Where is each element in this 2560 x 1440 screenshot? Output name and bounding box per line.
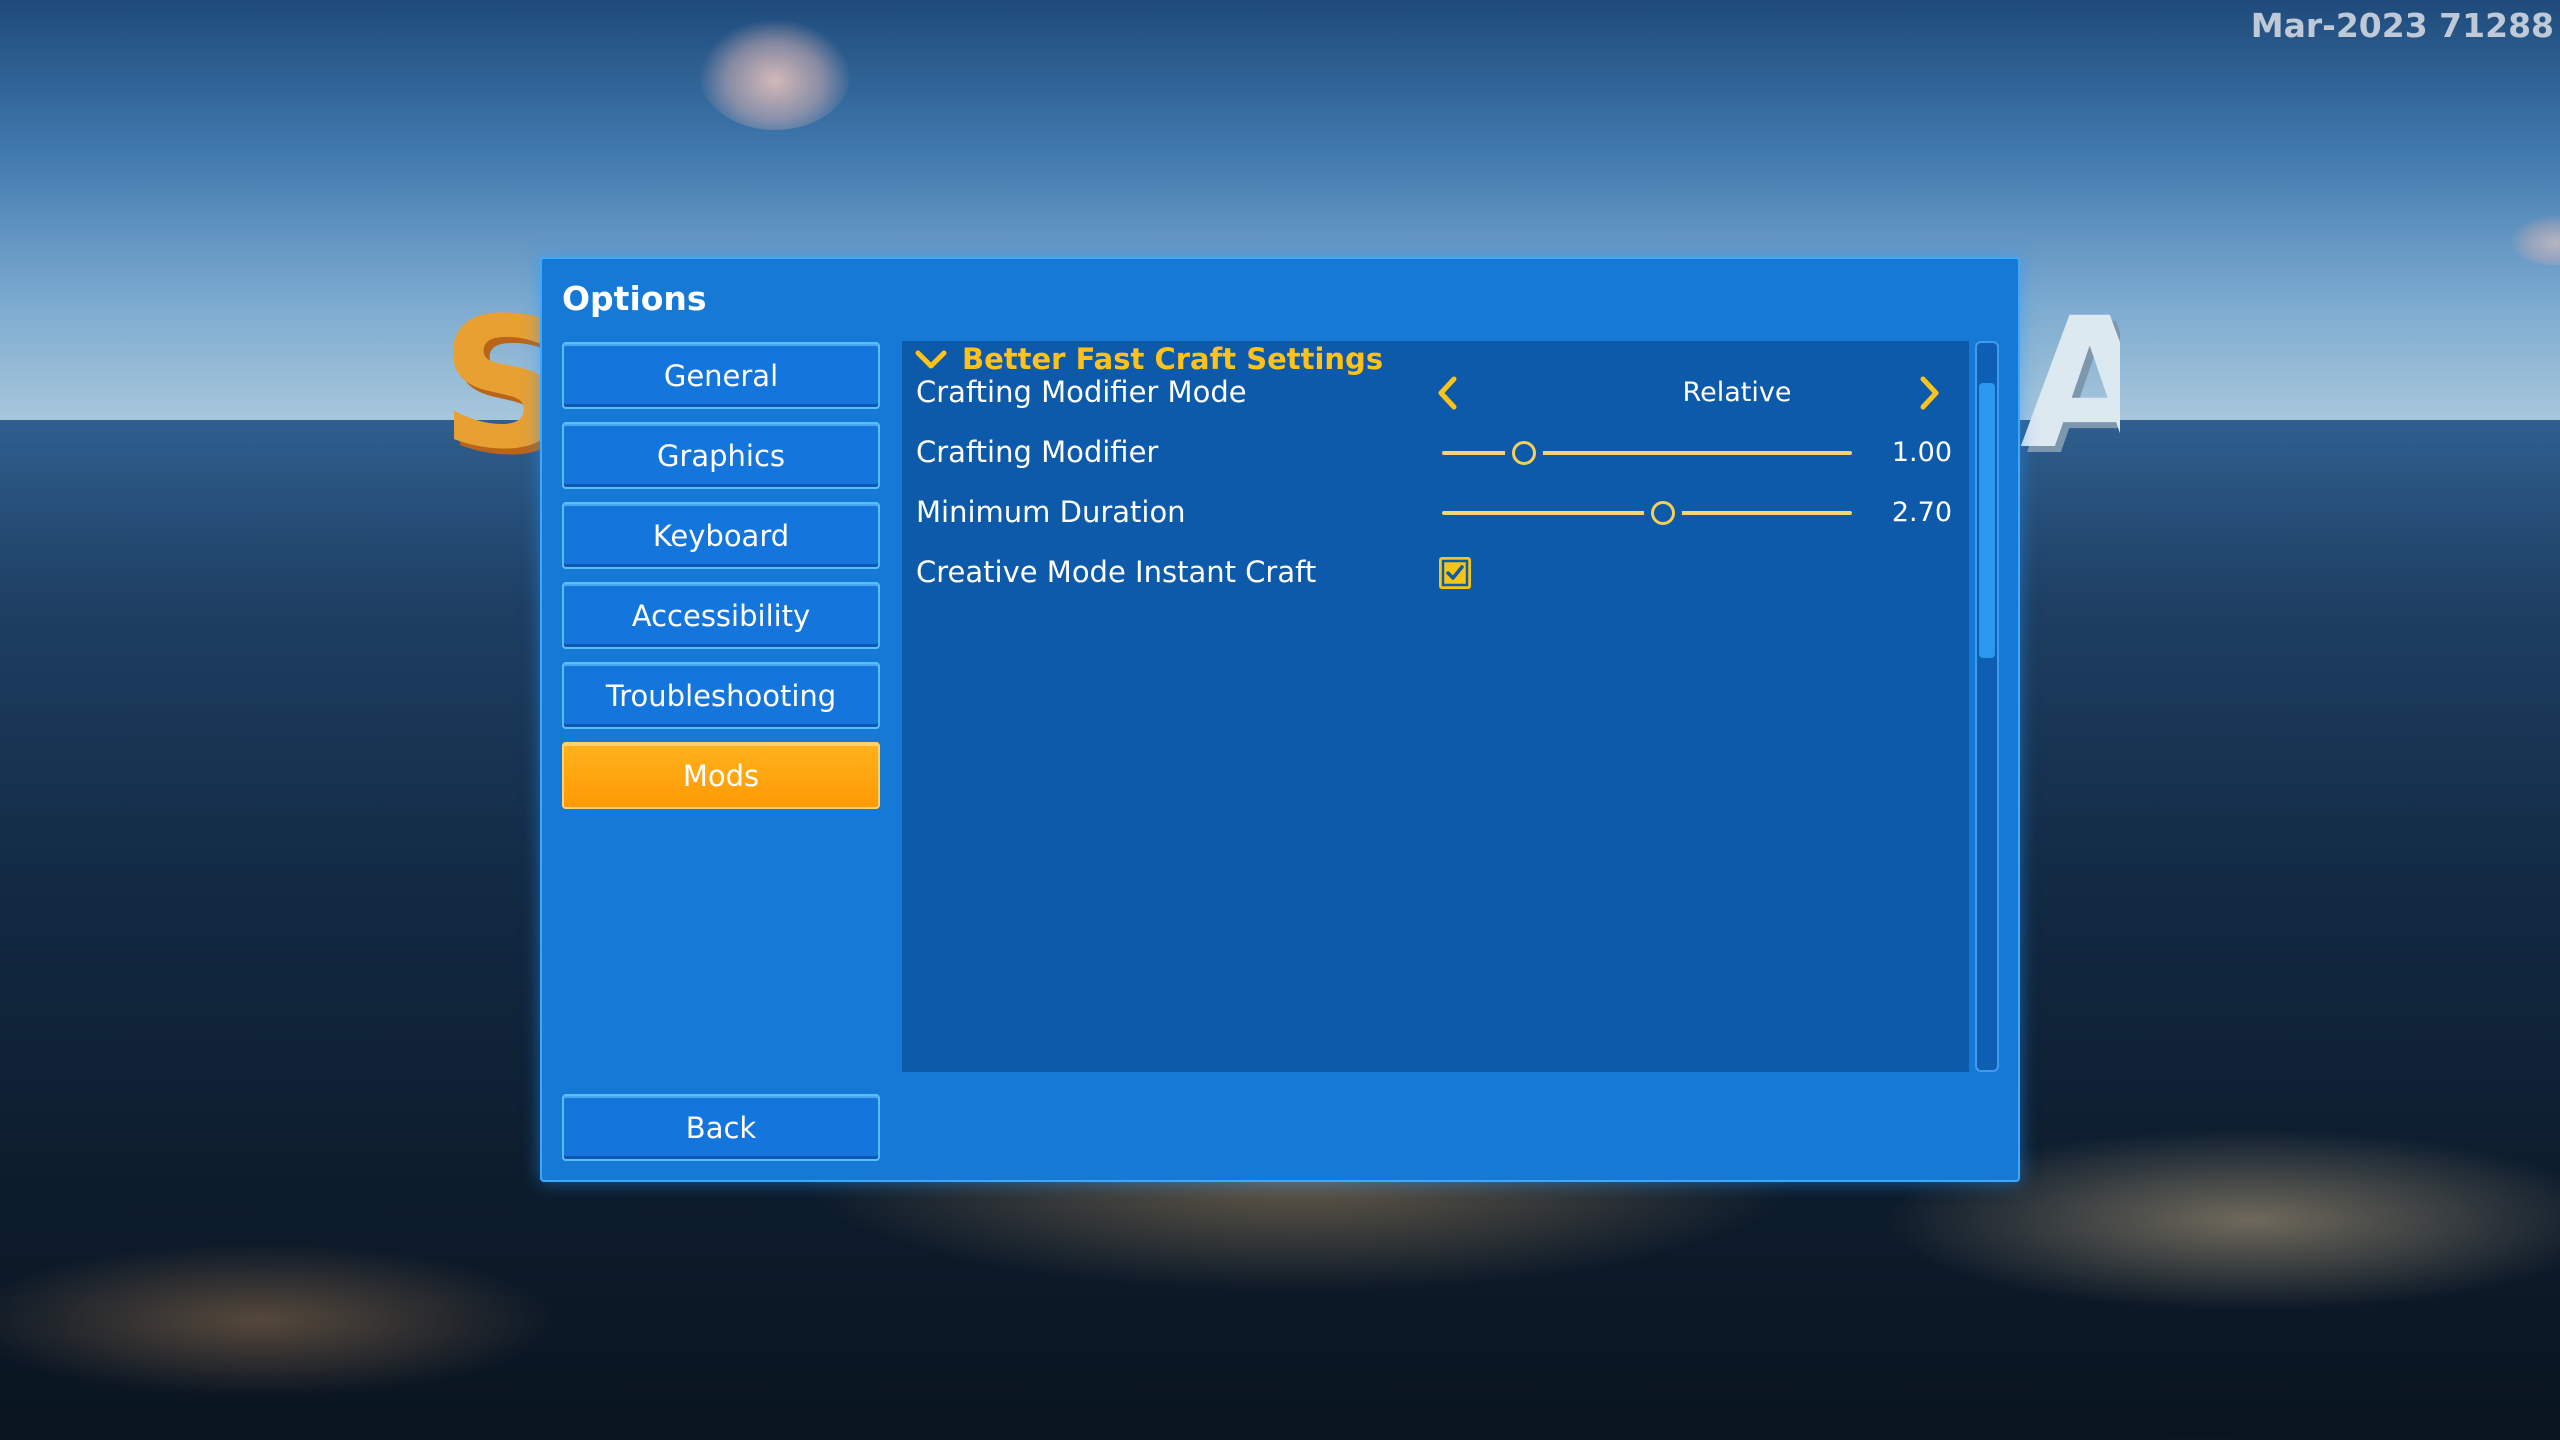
section-header-better-fast-craft[interactable]: Better Fast Craft Settings bbox=[914, 341, 1383, 377]
minimum-duration-label: Minimum Duration bbox=[916, 495, 1186, 529]
mod-settings-content: Better Fast Craft Settings Crafting Modi… bbox=[902, 341, 1969, 1072]
options-title: Options bbox=[562, 279, 707, 318]
nav-graphics-button[interactable]: Graphics bbox=[562, 422, 880, 489]
nav-general-button[interactable]: General bbox=[562, 342, 880, 409]
chevron-right-icon[interactable] bbox=[1915, 373, 1945, 413]
cloud bbox=[700, 20, 850, 130]
crafting-modifier-label: Crafting Modifier bbox=[916, 435, 1159, 469]
instant-craft-checkbox[interactable] bbox=[1439, 557, 1471, 589]
settings-scrollbar[interactable] bbox=[1975, 341, 1999, 1072]
chevron-down-icon bbox=[915, 350, 947, 369]
game-logo-left: S bbox=[440, 305, 540, 465]
nav-mods-button[interactable]: Mods bbox=[562, 742, 880, 809]
game-logo-right: A bbox=[2020, 305, 2120, 465]
chevron-left-icon[interactable] bbox=[1432, 373, 1462, 413]
minimum-duration-slider[interactable] bbox=[1442, 498, 1852, 528]
instant-craft-label: Creative Mode Instant Craft bbox=[916, 555, 1317, 589]
back-button[interactable]: Back bbox=[562, 1094, 880, 1161]
slider-track bbox=[1442, 451, 1852, 455]
crafting-modifier-mode-label: Crafting Modifier Mode bbox=[916, 375, 1247, 409]
crafting-modifier-mode-value: Relative bbox=[1682, 377, 1792, 408]
build-version-label: Mar-2023 71288 bbox=[2250, 6, 2554, 45]
crafting-modifier-slider[interactable] bbox=[1442, 438, 1852, 468]
crafting-modifier-value: 1.00 bbox=[1891, 437, 1952, 468]
options-panel: Options General Graphics Keyboard Access… bbox=[540, 257, 2020, 1182]
nav-keyboard-button[interactable]: Keyboard bbox=[562, 502, 880, 569]
minimum-duration-value: 2.70 bbox=[1891, 497, 1952, 528]
nav-accessibility-button[interactable]: Accessibility bbox=[562, 582, 880, 649]
scrollbar-thumb[interactable] bbox=[1979, 383, 1995, 658]
slider-handle[interactable] bbox=[1512, 441, 1536, 465]
nav-troubleshooting-button[interactable]: Troubleshooting bbox=[562, 662, 880, 729]
slider-handle[interactable] bbox=[1651, 501, 1676, 525]
checkmark-icon bbox=[1441, 559, 1469, 587]
section-title: Better Fast Craft Settings bbox=[962, 342, 1384, 376]
slider-track bbox=[1442, 511, 1852, 515]
